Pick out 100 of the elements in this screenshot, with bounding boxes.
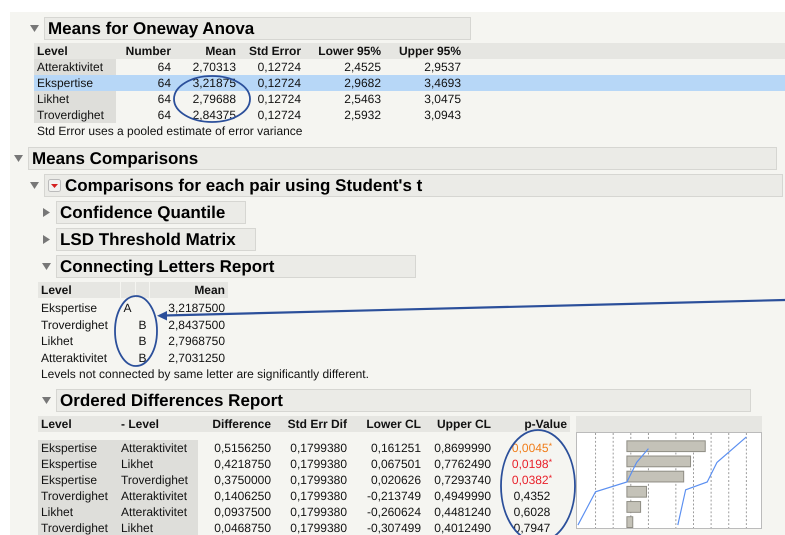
annotation-ellipse xyxy=(114,295,158,367)
column-header: Upper 95% xyxy=(398,43,462,59)
significance-mark: * xyxy=(548,440,552,453)
table-cell: Troverdighet xyxy=(118,472,198,488)
section-header: Comparisons for each pair using Student's t xyxy=(44,174,783,197)
collapse-triangle-icon[interactable] xyxy=(30,24,39,33)
table-cell: Ekspertise xyxy=(38,440,118,456)
column-header: Difference xyxy=(211,416,272,432)
table-cell-text: 64 xyxy=(156,91,172,107)
table-row[interactable]: Atteraktivitet 64 2,70313 0,12724 2,4525 2,9537 xyxy=(34,59,785,75)
table-cell: Likhet xyxy=(118,520,198,535)
p-value: 0,0382 xyxy=(512,472,549,488)
table-cell-text: -0,213749 xyxy=(366,488,422,504)
table-cell: Troverdighet xyxy=(38,488,118,504)
table-cell-text: 0,12724 xyxy=(256,59,302,75)
table-cell-text: 64 xyxy=(156,59,172,75)
significance-mark: * xyxy=(548,456,552,469)
table-cell-text: 0,4481240 xyxy=(433,504,492,520)
table-cell-text: 0,4012490 xyxy=(433,520,492,535)
connecting-letter: B xyxy=(138,350,146,364)
table-cell-text: 0,12724 xyxy=(256,91,302,107)
table-cell-text: 0,4949990 xyxy=(433,488,492,504)
p-value: 0,6028 xyxy=(514,504,550,520)
column-header: Number xyxy=(124,43,172,59)
table-cell-text: 0,1799380 xyxy=(289,520,348,535)
table-cell: Atteraktivitet xyxy=(118,488,198,504)
collapse-triangle-icon[interactable] xyxy=(42,262,51,271)
collapse-triangle-icon[interactable] xyxy=(30,181,39,190)
table-cell-text: 0,161251 xyxy=(370,440,422,456)
table-cell-text: 0,067501 xyxy=(370,456,422,472)
table-cell-text: 2,5463 xyxy=(343,91,382,107)
table-cell-text: Ekspertise xyxy=(40,300,98,316)
section-header: LSD Threshold Matrix xyxy=(56,228,256,251)
section-header: Ordered Differences Report xyxy=(56,389,751,412)
table-cell-text: 3,2187500 xyxy=(167,300,226,316)
table-cell: Likhet xyxy=(38,504,118,520)
table-note: Std Error uses a pooled estimate of error variance xyxy=(36,123,304,139)
column-header xyxy=(135,282,150,298)
column-header: Lower CL xyxy=(365,416,422,432)
table-cell-text: 0,0468750 xyxy=(213,520,272,535)
table-cell-text: -0,260624 xyxy=(366,504,422,520)
table-cell-text: 0,1799380 xyxy=(289,440,348,456)
column-header: Lower 95% xyxy=(317,43,382,59)
collapse-triangle-icon[interactable] xyxy=(14,154,23,163)
table-row[interactable]: Ekspertise 64 3,21875 0,12724 2,9682 3,4693 xyxy=(34,75,785,91)
table-cell: Atteraktivitet xyxy=(118,440,198,456)
table-cell: Ekspertise xyxy=(38,472,118,488)
table-cell-text: 3,0475 xyxy=(423,91,462,107)
column-header: Std Err Dif xyxy=(286,416,348,432)
table-cell-text: 0,8699990 xyxy=(433,440,492,456)
table-cell-text: 0,1799380 xyxy=(289,504,348,520)
table-cell-text: Atteraktivitet xyxy=(40,350,108,366)
p-value: 0,0198 xyxy=(512,456,549,472)
table-cell-text: 0,1406250 xyxy=(213,488,272,504)
table-cell-text: 64 xyxy=(156,75,172,91)
column-header: Mean xyxy=(204,43,237,59)
table-cell-text: 64 xyxy=(156,107,172,123)
dropdown-menu-icon[interactable] xyxy=(48,179,61,192)
column-header: - Level xyxy=(120,416,160,432)
collapse-triangle-icon[interactable] xyxy=(42,396,51,405)
table-cell: Likhet xyxy=(118,456,198,472)
table-cell-text: 3,4693 xyxy=(423,75,462,91)
table-cell-text: 0,3750000 xyxy=(213,472,272,488)
significance-mark: * xyxy=(548,472,552,485)
section-header: Means Comparisons xyxy=(28,147,777,170)
table-cell-text: 2,4525 xyxy=(343,59,382,75)
table-cell-text: 2,8437500 xyxy=(167,316,226,333)
column-header: p-Value xyxy=(523,416,568,432)
table-cell-text: 0,1799380 xyxy=(289,456,348,472)
table-cell-text: -0,307499 xyxy=(366,520,422,535)
column-header: Std Error xyxy=(248,43,302,59)
table-note: Levels not connected by same letter are significantly different. xyxy=(40,366,370,382)
table-cell-text: 0,7762490 xyxy=(433,456,492,472)
connecting-letter: B xyxy=(138,318,146,332)
table-cell: Likhet xyxy=(34,91,116,107)
column-header: Upper CL xyxy=(436,416,492,432)
table-cell: Troverdighet xyxy=(34,107,116,123)
table-cell-text: 2,70313 xyxy=(192,59,237,75)
table-cell-text: 0,7293740 xyxy=(433,472,492,488)
expand-triangle-icon[interactable] xyxy=(42,235,51,244)
table-cell: Ekspertise xyxy=(38,456,118,472)
table-row[interactable]: Likhet 64 2,79688 0,12724 2,5463 3,0475 xyxy=(34,91,785,107)
connecting-letter: A xyxy=(123,301,132,315)
section-header: Connecting Letters Report xyxy=(56,255,416,278)
column-header: Level xyxy=(40,416,73,432)
table-cell-text: 0,0937500 xyxy=(213,504,272,520)
expand-triangle-icon[interactable] xyxy=(42,208,51,217)
table-cell-text: 0,1799380 xyxy=(289,488,348,504)
table-cell-text: 0,5156250 xyxy=(213,440,272,456)
table-cell-text: 3,0943 xyxy=(423,107,462,123)
column-header: Mean xyxy=(193,282,226,298)
table-cell-text: 2,9537 xyxy=(423,59,462,75)
table-cell-text: 2,9682 xyxy=(343,75,382,91)
table-cell: Troverdighet xyxy=(38,520,118,535)
table-cell-text: 0,020626 xyxy=(370,472,422,488)
table-cell-text: 2,7031250 xyxy=(167,350,226,366)
table-cell-text: Troverdighet xyxy=(40,316,109,333)
table-cell-text: 3,21875 xyxy=(192,75,237,91)
table-cell-text: 0,12724 xyxy=(256,107,302,123)
section-header: Confidence Quantile xyxy=(56,201,246,224)
